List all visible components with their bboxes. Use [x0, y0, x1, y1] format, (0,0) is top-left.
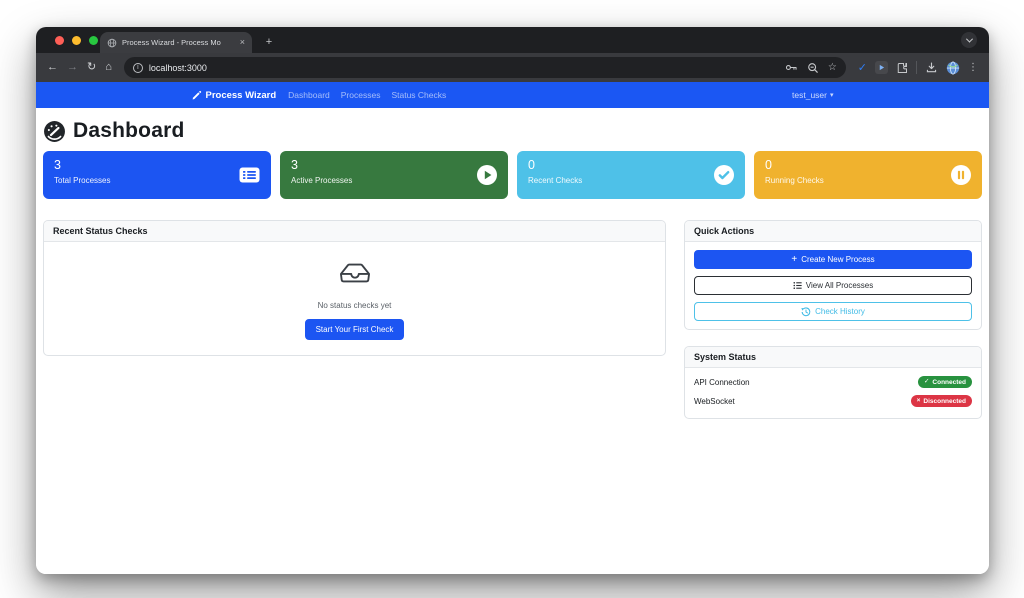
caret-down-icon: ▾	[830, 91, 834, 99]
stat-cards-row: 3 Total Processes 3 Active Processes 0 R…	[43, 151, 982, 199]
window-controls	[55, 36, 98, 45]
browser-tab-strip: Process Wizard - Process Mo × +	[36, 27, 989, 53]
stat-value: 0	[765, 158, 971, 172]
stat-card-total-processes[interactable]: 3 Total Processes	[43, 151, 271, 199]
status-label: API Connection	[694, 378, 750, 387]
system-status-title: System Status	[685, 347, 981, 368]
history-icon	[801, 307, 811, 317]
pause-circle-icon	[951, 165, 971, 185]
stat-label: Total Processes	[54, 176, 260, 185]
downloads-icon[interactable]	[925, 61, 938, 74]
site-info-icon[interactable]: i	[133, 63, 143, 73]
tab-search-button[interactable]	[961, 32, 977, 48]
minimize-window-button[interactable]	[72, 36, 81, 45]
dashboard-page: Dashboard 3 Total Processes 3 Active Pro…	[36, 108, 989, 574]
close-window-button[interactable]	[55, 36, 64, 45]
user-dropdown[interactable]: test_user ▾	[792, 90, 833, 100]
x-icon: ×	[917, 398, 921, 405]
tab-title: Process Wizard - Process Mo	[122, 38, 235, 47]
status-row-api-connection: API Connection ✓ Connected	[694, 376, 972, 388]
play-circle-icon	[477, 165, 497, 185]
system-status-card: System Status API Connection ✓ Connected	[684, 346, 982, 419]
stat-card-active-processes[interactable]: 3 Active Processes	[280, 151, 508, 199]
stat-value: 3	[291, 158, 497, 172]
create-new-process-button[interactable]: + Create New Process	[694, 250, 972, 269]
back-button[interactable]: ←	[47, 62, 58, 73]
stat-label: Active Processes	[291, 176, 497, 185]
brand-process-wizard[interactable]: Process Wizard	[192, 90, 277, 101]
nav-link-dashboard[interactable]: Dashboard	[288, 90, 330, 100]
browser-toolbar: ← → ↻ ⌂ i localhost:3000 ☆ ✓	[36, 53, 989, 82]
plus-icon: +	[791, 255, 797, 265]
start-first-check-button[interactable]: Start Your First Check	[305, 319, 405, 340]
recent-checks-title: Recent Status Checks	[44, 221, 665, 242]
tachometer-icon	[43, 120, 66, 143]
stat-card-running-checks[interactable]: 0 Running Checks	[754, 151, 982, 199]
desktop-background: Process Wizard - Process Mo × + ← → ↻ ⌂ …	[0, 0, 1024, 598]
quick-actions-title: Quick Actions	[685, 221, 981, 242]
pencil-icon	[192, 90, 202, 100]
bookmark-star-icon[interactable]: ☆	[828, 62, 837, 73]
nav-links: Dashboard Processes Status Checks	[288, 90, 446, 100]
recent-checks-empty-state: No status checks yet Start Your First Ch…	[44, 242, 665, 355]
browser-tab[interactable]: Process Wizard - Process Mo ×	[100, 32, 252, 53]
browser-window: Process Wizard - Process Mo × + ← → ↻ ⌂ …	[36, 27, 989, 574]
nav-link-status-checks[interactable]: Status Checks	[391, 90, 446, 100]
list-card-icon	[239, 167, 260, 183]
new-tab-button[interactable]: +	[262, 35, 276, 49]
check-icon: ✓	[924, 379, 929, 386]
tab-close-icon[interactable]: ×	[240, 38, 245, 47]
button-label: Create New Process	[801, 255, 874, 264]
toolbar-divider	[916, 61, 917, 74]
list-icon	[793, 281, 802, 290]
main-content-row: Recent Status Checks No status checks ye…	[43, 220, 982, 419]
nav-link-processes[interactable]: Processes	[341, 90, 381, 100]
status-badge-connected: ✓ Connected	[918, 376, 972, 388]
stat-card-recent-checks[interactable]: 0 Recent Checks	[517, 151, 745, 199]
status-label: WebSocket	[694, 397, 735, 406]
stat-value: 0	[528, 158, 734, 172]
badge-text: Connected	[932, 379, 966, 386]
reload-button[interactable]: ↻	[87, 62, 96, 73]
empty-state-text: No status checks yet	[54, 301, 655, 310]
quick-actions-card: Quick Actions + Create New Process View …	[684, 220, 982, 330]
address-bar[interactable]: i localhost:3000 ☆	[124, 57, 846, 78]
check-history-button[interactable]: Check History	[694, 302, 972, 321]
zoom-window-button[interactable]	[89, 36, 98, 45]
chevron-down-icon	[965, 35, 972, 42]
right-column: Quick Actions + Create New Process View …	[684, 220, 982, 419]
page-header: Dashboard	[43, 108, 982, 143]
recent-status-checks-card: Recent Status Checks No status checks ye…	[43, 220, 666, 356]
stat-label: Recent Checks	[528, 176, 734, 185]
extensions-puzzle-icon[interactable]	[896, 62, 908, 74]
badge-text: Disconnected	[923, 398, 966, 405]
browser-menu-icon[interactable]: ⋮	[968, 62, 978, 73]
check-circle-icon	[714, 165, 734, 185]
forward-button[interactable]: →	[67, 62, 78, 73]
view-all-processes-button[interactable]: View All Processes	[694, 276, 972, 295]
status-badge-disconnected: × Disconnected	[911, 395, 972, 407]
status-row-websocket: WebSocket × Disconnected	[694, 395, 972, 407]
favicon-globe-icon	[107, 38, 117, 48]
address-bar-actions: ☆	[785, 62, 837, 74]
zoom-out-icon[interactable]	[807, 62, 819, 74]
button-label: Check History	[815, 307, 865, 316]
profile-avatar[interactable]	[946, 61, 960, 75]
stat-label: Running Checks	[765, 176, 971, 185]
extension-app-icon[interactable]	[875, 61, 888, 74]
app-navbar: Process Wizard Dashboard Processes Statu…	[36, 82, 989, 108]
brand-label: Process Wizard	[206, 90, 277, 101]
home-button[interactable]: ⌂	[105, 62, 112, 73]
inbox-icon	[339, 258, 371, 288]
stat-value: 3	[54, 158, 260, 172]
toolbar-extensions: ✓ ⋮	[858, 61, 978, 75]
button-label: View All Processes	[806, 281, 873, 290]
page-title: Dashboard	[73, 119, 185, 143]
username-label: test_user	[792, 90, 827, 100]
extension-check-icon[interactable]: ✓	[858, 61, 867, 74]
passkey-icon[interactable]	[785, 62, 798, 73]
url-text: localhost:3000	[149, 63, 779, 73]
